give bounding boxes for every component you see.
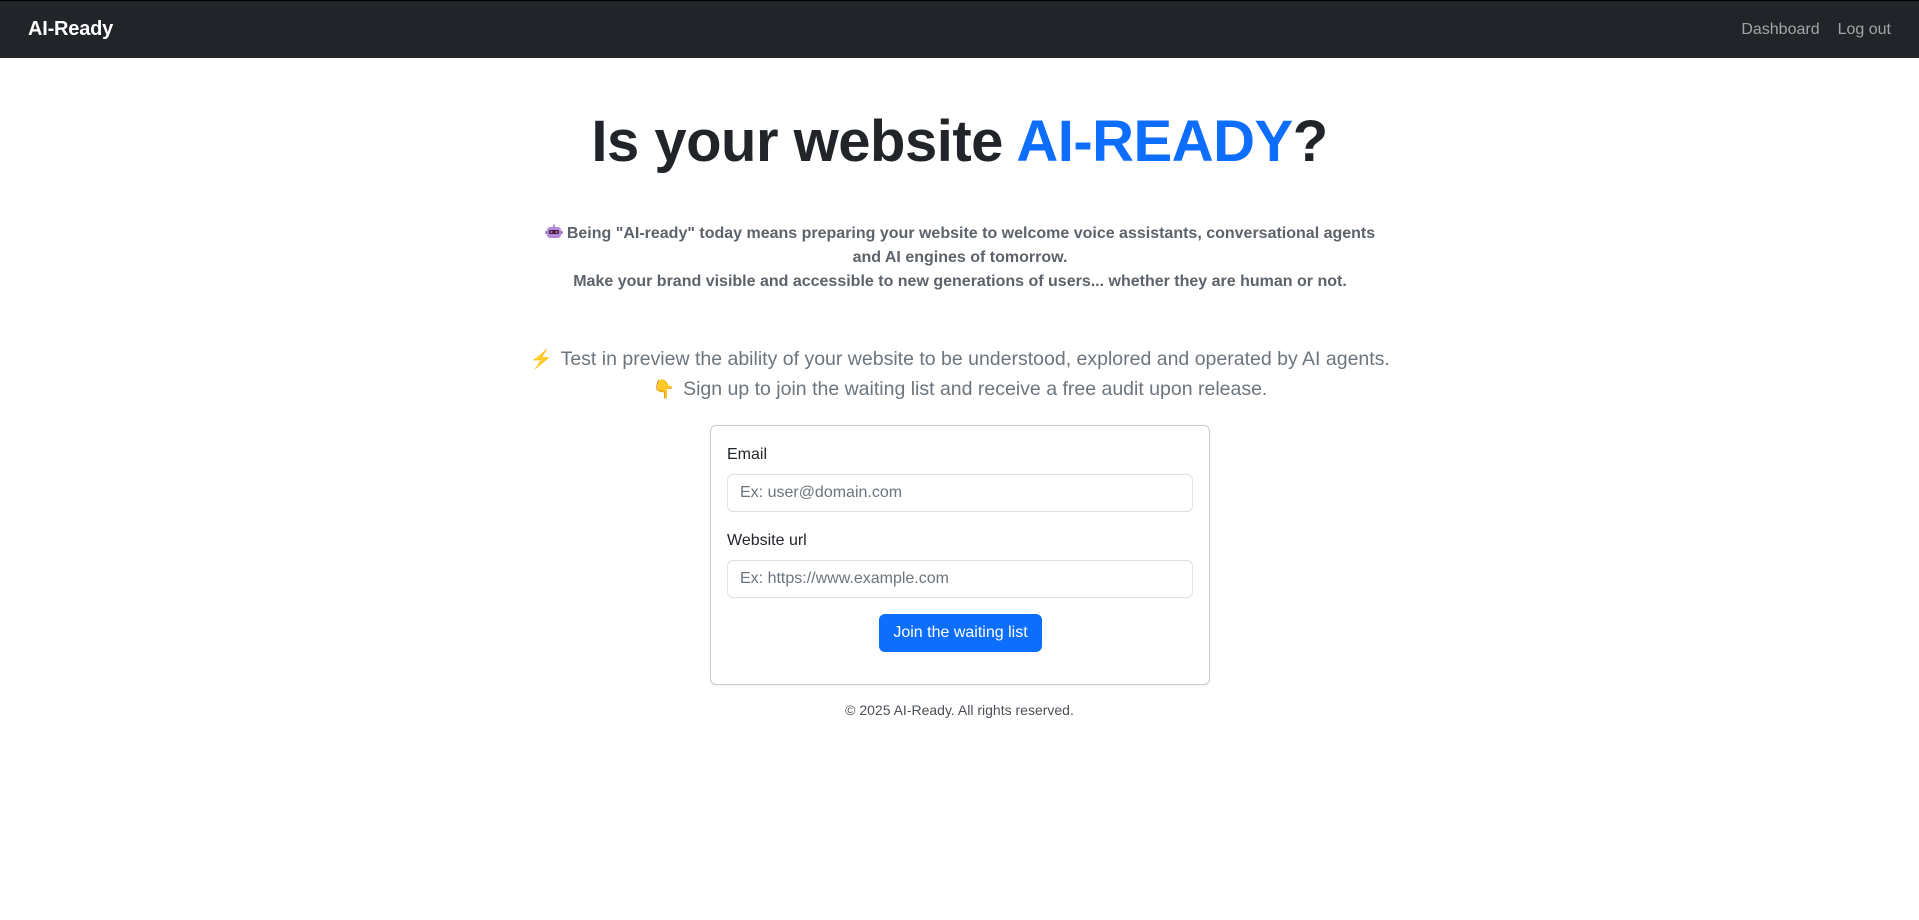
brand-logo[interactable]: AI-Ready [28,18,113,41]
lead-line-1-text: Test in preview the ability of your webs… [560,348,1390,370]
website-url-field[interactable] [727,560,1193,598]
nav-link-logout[interactable]: Log out [1838,21,1891,39]
page-title: Is your website AI-READY? [0,106,1919,178]
intro-line-1: Being "AI-ready" today means preparing y… [530,222,1390,270]
pointing-down-icon: 👇 [652,379,676,399]
lead-line-1: ⚡ Test in preview the ability of your web… [440,344,1480,374]
nav-links: Dashboard Log out [1741,21,1891,39]
lead-text: ⚡ Test in preview the ability of your web… [440,344,1480,404]
footer-copyright: © 2025 AI-Ready. All rights reserved. [845,702,1074,718]
join-waitlist-button[interactable]: Join the waiting list [879,614,1042,652]
lead-line-2-text: Sign up to join the waiting list and rec… [683,378,1268,400]
email-label: Email [727,446,768,463]
lead-line-2: 👇 Sign up to join the waiting list and re… [440,374,1480,404]
title-accent: AI-READY [1016,109,1293,174]
robot-icon [545,224,563,238]
website-url-label: Website url [727,532,807,549]
title-prefix: Is your website [591,109,1017,174]
lightning-icon: ⚡ [530,349,553,369]
email-field[interactable] [727,474,1193,512]
top-navbar: AI-Ready Dashboard Log out [0,0,1919,58]
waitlist-form: Email Website url Join the waiting list [710,425,1210,685]
intro-line-1-text: Being "AI-ready" today means preparing y… [566,225,1376,266]
title-suffix: ? [1292,109,1328,174]
intro-text: Being "AI-ready" today means preparing y… [530,222,1390,294]
nav-link-dashboard[interactable]: Dashboard [1741,21,1819,39]
intro-line-2: Make your brand visible and accessible t… [573,273,1347,290]
